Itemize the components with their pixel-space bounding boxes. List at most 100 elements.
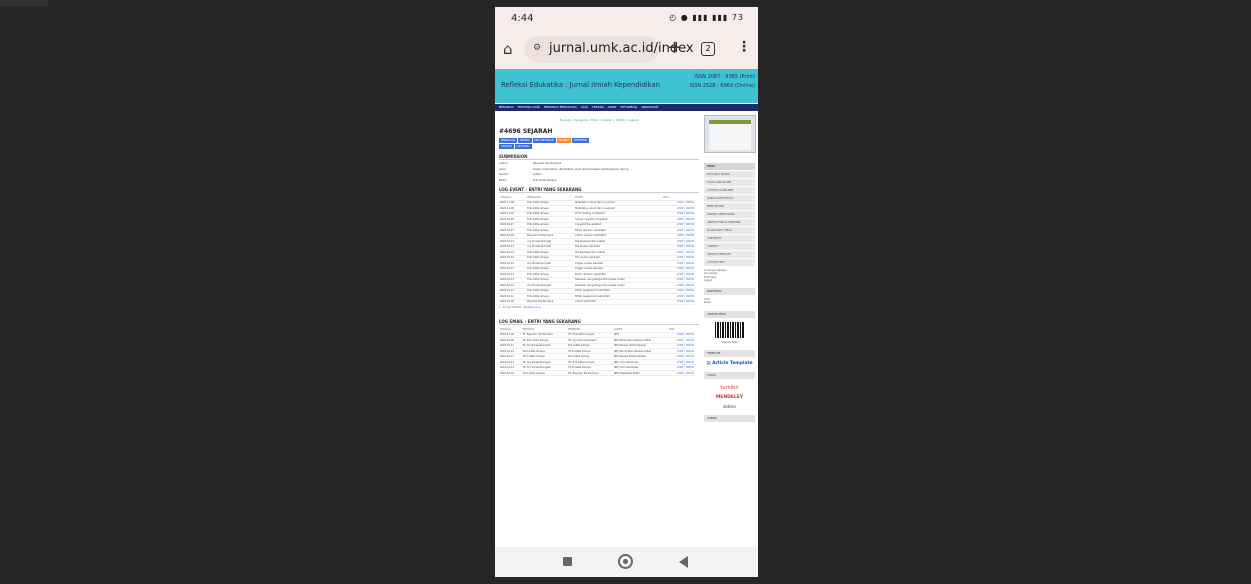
status-time: 4:44 — [511, 13, 534, 24]
row-action[interactable]: LIHAT | HAPUS — [662, 299, 695, 306]
mendeley-logo[interactable]: MENDELEY — [704, 395, 755, 400]
tab-switcher-button[interactable]: 2 — [701, 42, 715, 56]
tab-log-email[interactable]: LOG EMAIL — [514, 144, 532, 149]
nav-item-arsip[interactable]: ARSIP — [608, 104, 617, 111]
site-settings-icon[interactable]: ⚙ — [533, 43, 541, 53]
turnitin-logo[interactable]: turnitin — [704, 385, 755, 391]
tab-catatan[interactable]: CATATAN — [499, 144, 514, 149]
row-event: Article submitted — [574, 299, 663, 306]
detail-value: Sistem perkuliahan (Pendidikan jarak jau… — [533, 167, 629, 171]
table-row: 2020-10-09 Bayusari Ika Permana Article su… — [499, 299, 695, 306]
sidebar-menu-heading: MENU — [704, 163, 755, 170]
tab-review[interactable]: REVIEW — [518, 138, 532, 143]
article-template-logo[interactable]: ▤ Article Template — [704, 361, 755, 366]
detail-row: Author Bayusari Ika Permana — [499, 162, 699, 166]
sidebar-item-author-guidelines[interactable]: AUTHOR GUIDELINES — [704, 187, 755, 194]
detail-key: Judul — [499, 167, 506, 171]
nav-item-informasi[interactable]: INFORMASI — [620, 104, 637, 111]
row-date: 2020-10-09 — [499, 370, 522, 377]
overflow-menu-icon[interactable]: ⋮ — [737, 39, 751, 55]
sidebar-item-article-template[interactable]: ARTICLE TEMPLATE — [704, 251, 755, 258]
user-line[interactable]: Logout — [704, 279, 755, 282]
row-subject[interactable]: [RE] Dapatman Editor — [612, 370, 668, 377]
sidebar-item-online-submissions[interactable]: ONLINE SUBMISSIONS — [704, 211, 755, 218]
visitor-caption[interactable]: View My Stats — [704, 341, 755, 344]
new-tab-icon[interactable]: + — [667, 37, 682, 58]
site-title[interactable]: Refleksi Edukatika : Jurnal Ilmiah Kepen… — [501, 81, 660, 89]
visitor-stats-barcode[interactable] — [714, 321, 745, 338]
status-icons: ◴ ● ▮▮▮ ▮▮▮ 73 — [669, 13, 744, 22]
doc-icon: ▤ — [706, 361, 711, 367]
event-log-pager: 1 - 19 dari 19 Item · Bersihkan Log — [499, 306, 541, 310]
detail-row: Section Artikel — [499, 173, 699, 177]
visitor-heading: VISITOR STATS — [704, 310, 755, 318]
issn-online: ISSN 2528 - 696X (Online) — [689, 83, 755, 89]
back-button[interactable] — [679, 556, 688, 568]
sidebar-item-contact[interactable]: CONTACT — [704, 243, 755, 250]
detail-key: Editor — [499, 178, 507, 182]
nav-item-beranda[interactable]: BERANDA — [499, 104, 514, 111]
pager-text: 1 - 19 dari 19 Item — [499, 306, 522, 310]
journal-cover-image — [704, 115, 756, 153]
template-heading: TEMPLATE — [704, 350, 755, 358]
nav-item-cari[interactable]: CARI — [581, 104, 588, 111]
detail-key: Author — [499, 162, 508, 165]
tab-penyuntingan[interactable]: PENYUNTINGAN — [532, 138, 556, 143]
row-recipient: Tit. Bayusari Ika Permana — [567, 370, 613, 377]
sidebar-item-publication-ethics[interactable]: PUBLICATION ETHICS — [704, 195, 755, 202]
android-nav-bar — [495, 547, 758, 577]
home-button[interactable] — [618, 554, 633, 569]
email-log-heading: LOG EMAIL - ENTRI YANG SEKARANG — [499, 319, 699, 326]
user-block: Anda login sebagai... erik.ismaya Profil S… — [704, 269, 755, 282]
tab-sejarah[interactable]: SEJARAH — [556, 138, 571, 143]
event-log-table: TANGGAL PENGGUNA EVENT AKSI 2020-11-09 Erik … — [499, 195, 695, 306]
detail-row: Judul Sistem perkuliahan (Pendidikan jara… — [499, 168, 699, 172]
site-banner: Refleksi Edukatika : Jurnal Ilmiah Kepen… — [495, 69, 758, 103]
nav-item-terkini[interactable]: TERKINI — [592, 104, 604, 111]
issn-block: ISSN 2087 - 9385 (Print) ISSN 2528 - 696… — [690, 73, 755, 91]
sidebar-item-abstracting-indexing[interactable]: ABSTRACTING & INDEXING — [704, 219, 755, 226]
sidebar-item-peer-review[interactable]: PEER REVIEW — [704, 203, 755, 210]
notification-block: Lihat Kelola — [704, 298, 755, 305]
status-bar: 4:44 ◴ ● ▮▮▮ ▮▮▮ 73 — [495, 7, 758, 31]
window-corner-mark — [0, 0, 48, 6]
nav-item-tentang-kami[interactable]: TENTANG KAMI — [518, 104, 541, 111]
event-log-heading: LOG EVENT - ENTRI YANG SEKARANG — [499, 187, 699, 194]
sidebar-item-author-fees[interactable]: AUTHOR FEES — [704, 259, 755, 266]
clear-log-link[interactable]: Bersihkan Log — [524, 306, 541, 309]
sidebar-item-plagiarism-check[interactable]: PLAGIARISM CHECK — [704, 227, 755, 234]
web-page: Refleksi Edukatika : Jurnal Ilmiah Kepen… — [495, 69, 758, 547]
home-icon[interactable]: ⌂ — [503, 40, 513, 58]
main-nav: BERANDA TENTANG KAMI BERANDA PENGGUNA CARI T… — [495, 104, 758, 111]
page-title: #4696 SEJARAH — [499, 128, 553, 135]
tab-ringkasan[interactable]: RINGKASAN — [499, 138, 518, 143]
breadcrumb[interactable]: Beranda > Pengguna > Editor > Naskah > #… — [499, 119, 699, 122]
tab-referensi[interactable]: REFERENSI — [571, 138, 590, 143]
sidebar: MENU EDITORIAL BOARD FOCUS AND SCOPE AUTHOR… — [704, 115, 756, 423]
submission-tabs: RINGKASAN REVIEW PENYUNTINGAN SEJARAH REFERE… — [499, 138, 599, 149]
browser-toolbar: ⌂ ⚙ jurnal.umk.ac.id/index + 2 ⋮ — [495, 31, 758, 69]
detail-row: Editor Erik Aditia Ismaya — [499, 179, 699, 183]
article-template-label: Article Template — [712, 361, 753, 367]
row-user[interactable]: Bayusari Ika Permana — [526, 299, 575, 306]
address-bar[interactable]: ⚙ jurnal.umk.ac.id/index — [525, 36, 694, 63]
sidebar-menu: MENU EDITORIAL BOARD FOCUS AND SCOPE AUTHOR… — [704, 163, 755, 266]
sidebar-item-editorial-board[interactable]: EDITORIAL BOARD — [704, 171, 755, 178]
nav-item-beranda-pengguna[interactable]: BERANDA PENGGUNA — [544, 104, 577, 111]
submission-heading: SUBMISSION — [499, 154, 699, 160]
row-action[interactable]: LIHAT | HAPUS — [667, 370, 695, 377]
main-content: Beranda > Pengguna > Editor > Naskah > #… — [499, 115, 699, 377]
recents-button[interactable] — [563, 557, 572, 566]
table-row: 2020-10-09 Tit.R Aditia Ismaya Tit. Bayusa… — [499, 370, 695, 377]
license-heading: LISENSI — [704, 415, 755, 423]
detail-key: Section — [499, 173, 509, 177]
nav-item-announce[interactable]: ANNOUNCE — [641, 104, 658, 111]
phone-screen: 4:44 ◴ ● ▮▮▮ ▮▮▮ 73 ⌂ ⚙ jurnal.umk.ac.id… — [495, 7, 758, 577]
sidebar-item-focus-and-scope[interactable]: FOCUS AND SCOPE — [704, 179, 755, 186]
sidebar-item-copyright[interactable]: COPYRIGHT — [704, 235, 755, 242]
submission-details: Author Bayusari Ika Permana Judul Sistem pe… — [499, 162, 699, 182]
row-date: 2020-10-09 — [499, 299, 527, 306]
row-sender: Tit.R Aditia Ismaya — [521, 370, 568, 377]
notification-link[interactable]: Kelola — [704, 301, 755, 304]
zotero-logo[interactable]: zotero — [704, 404, 755, 409]
